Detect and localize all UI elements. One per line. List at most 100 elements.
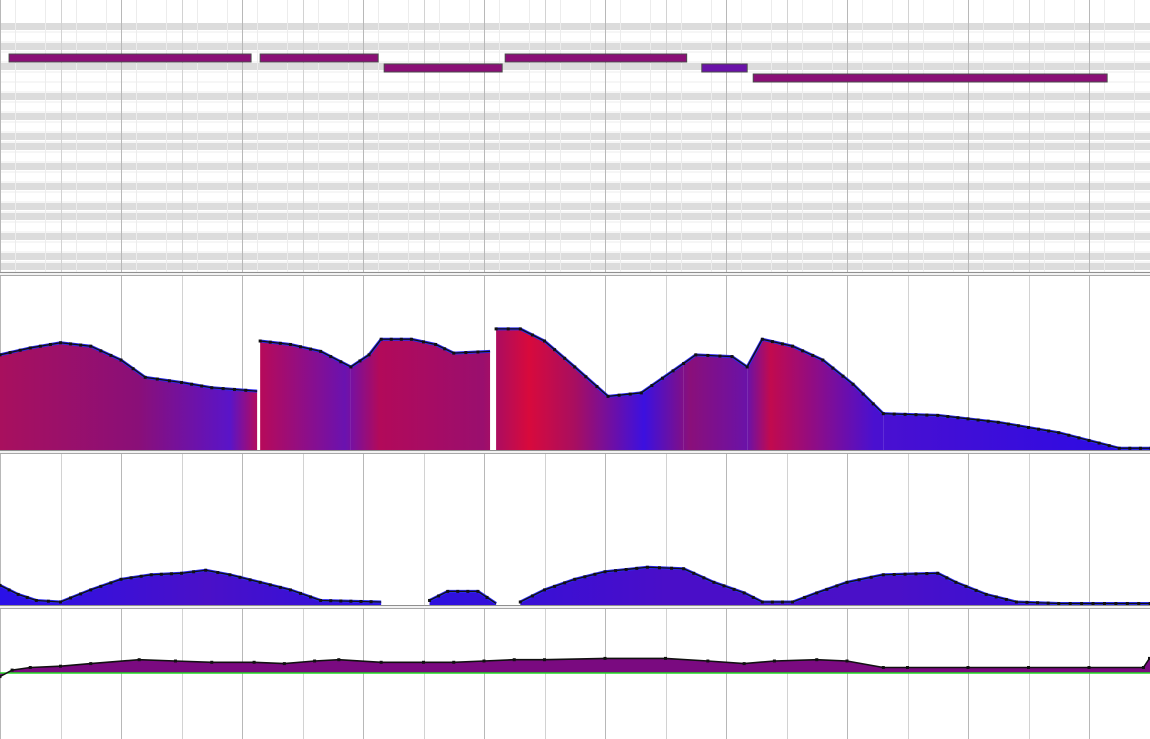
control-point[interactable] — [1128, 446, 1132, 450]
control-point[interactable] — [1080, 601, 1084, 605]
control-point[interactable] — [18, 348, 22, 352]
control-point[interactable] — [986, 419, 990, 423]
control-point[interactable] — [871, 402, 875, 406]
control-point[interactable] — [1047, 429, 1051, 433]
control-point[interactable] — [801, 349, 805, 353]
control-point[interactable] — [996, 420, 1000, 424]
control-point[interactable] — [553, 348, 557, 352]
control-point[interactable] — [48, 342, 52, 346]
control-point[interactable] — [216, 571, 220, 575]
control-point[interactable] — [109, 353, 113, 357]
control-point[interactable] — [1107, 444, 1111, 448]
control-point[interactable] — [0, 583, 2, 587]
control-point[interactable] — [173, 659, 177, 663]
control-point[interactable] — [903, 412, 907, 416]
control-point[interactable] — [881, 666, 885, 669]
control-point[interactable] — [159, 572, 163, 576]
control-point[interactable] — [563, 356, 567, 360]
control-point[interactable] — [485, 595, 489, 599]
control-point[interactable] — [1087, 438, 1091, 442]
control-point[interactable] — [367, 353, 371, 357]
control-point[interactable] — [702, 576, 706, 580]
control-point[interactable] — [359, 599, 363, 603]
control-point[interactable] — [780, 600, 784, 604]
control-point[interactable] — [821, 358, 825, 362]
control-point[interactable] — [1117, 446, 1121, 450]
control-point[interactable] — [309, 347, 313, 351]
control-point[interactable] — [881, 412, 885, 416]
control-point[interactable] — [815, 658, 819, 662]
control-point[interactable] — [657, 566, 661, 570]
control-point[interactable] — [313, 659, 317, 663]
control-point[interactable] — [1014, 600, 1018, 604]
control-point[interactable] — [650, 384, 654, 388]
control-point[interactable] — [595, 385, 599, 389]
control-point[interactable] — [791, 344, 795, 348]
control-point[interactable] — [851, 382, 855, 386]
control-point[interactable] — [482, 659, 486, 663]
control-point[interactable] — [99, 349, 103, 353]
control-point[interactable] — [446, 589, 450, 593]
control-point[interactable] — [706, 353, 710, 357]
control-point[interactable] — [760, 337, 764, 341]
control-point[interactable] — [745, 365, 749, 369]
control-point[interactable] — [69, 596, 73, 600]
control-point[interactable] — [825, 587, 829, 591]
control-point[interactable] — [329, 355, 333, 359]
control-point[interactable] — [1027, 426, 1030, 430]
control-point[interactable] — [258, 580, 262, 584]
control-point[interactable] — [494, 327, 498, 331]
control-point[interactable] — [974, 588, 978, 592]
control-point[interactable] — [464, 351, 468, 355]
note-block[interactable] — [504, 53, 688, 63]
control-point[interactable] — [881, 573, 885, 577]
control-point[interactable] — [1016, 424, 1020, 428]
control-point[interactable] — [149, 573, 153, 577]
control-point[interactable] — [664, 656, 667, 660]
control-point[interactable] — [869, 575, 873, 579]
control-point[interactable] — [946, 415, 950, 419]
control-point[interactable] — [200, 384, 204, 388]
control-point[interactable] — [573, 365, 577, 369]
control-point[interactable] — [583, 575, 587, 579]
control-point[interactable] — [614, 569, 618, 573]
control-point[interactable] — [337, 658, 341, 662]
control-point[interactable] — [268, 583, 272, 587]
control-point[interactable] — [79, 343, 83, 347]
control-point[interactable] — [452, 660, 456, 664]
control-point[interactable] — [169, 572, 173, 576]
control-point[interactable] — [268, 340, 272, 344]
control-point[interactable] — [0, 353, 2, 357]
control-point[interactable] — [892, 572, 896, 576]
control-point[interactable] — [1004, 597, 1008, 601]
control-point[interactable] — [409, 337, 413, 341]
control-point[interactable] — [38, 344, 42, 348]
control-point[interactable] — [129, 576, 133, 580]
control-point[interactable] — [437, 594, 441, 598]
control-point[interactable] — [89, 588, 93, 592]
control-point[interactable] — [845, 580, 849, 584]
control-point[interactable] — [278, 585, 282, 589]
control-point[interactable] — [69, 342, 73, 346]
control-point[interactable] — [964, 584, 968, 588]
control-point[interactable] — [59, 664, 62, 668]
control-point[interactable] — [288, 342, 292, 346]
control-point[interactable] — [512, 658, 516, 662]
control-point[interactable] — [984, 592, 988, 596]
note-block[interactable] — [752, 73, 1108, 83]
note-block[interactable] — [8, 53, 252, 63]
control-point[interactable] — [945, 576, 949, 580]
control-point[interactable] — [349, 599, 353, 603]
control-point[interactable] — [742, 662, 746, 666]
control-point[interactable] — [593, 572, 597, 576]
control-point[interactable] — [258, 339, 262, 343]
control-point[interactable] — [428, 598, 432, 602]
control-point[interactable] — [841, 374, 845, 378]
control-point[interactable] — [319, 598, 323, 602]
control-point[interactable] — [131, 367, 135, 371]
control-point[interactable] — [906, 666, 909, 669]
control-point[interactable] — [815, 591, 819, 595]
control-point[interactable] — [119, 358, 123, 362]
control-point[interactable] — [553, 584, 557, 588]
control-point[interactable] — [645, 565, 649, 569]
